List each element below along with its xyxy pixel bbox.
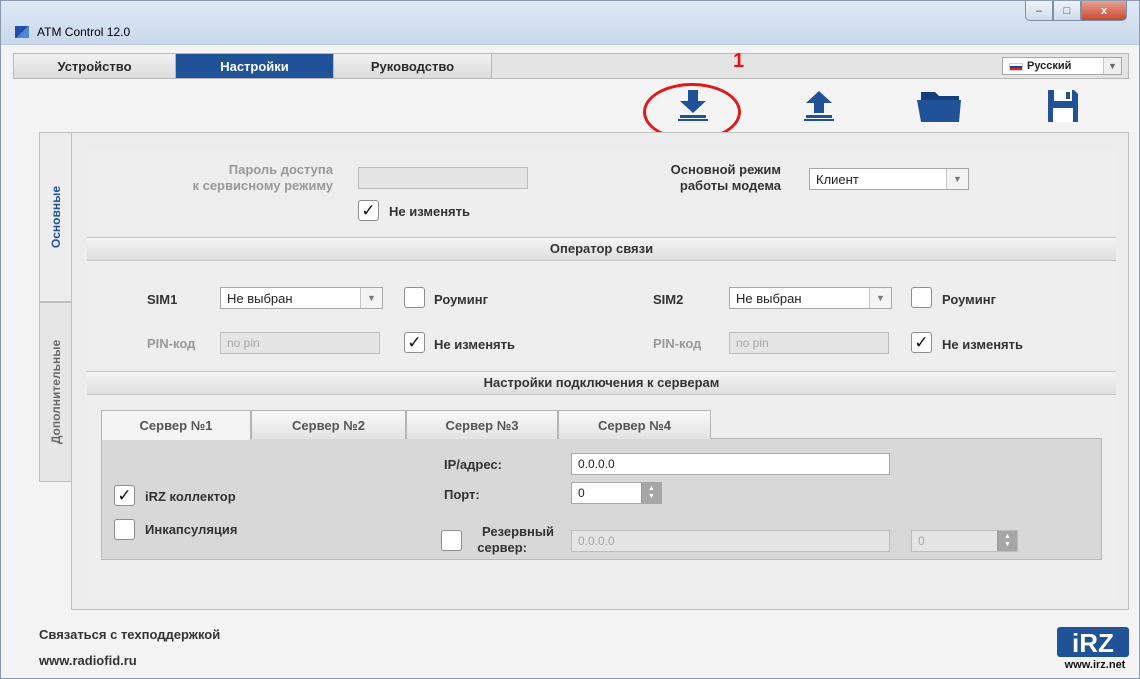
sim1-pin-label: PIN-код (147, 336, 196, 351)
spin-arrows-icon[interactable]: ▲ ▼ (641, 483, 661, 503)
sim2-roaming-checkbox[interactable] (911, 287, 932, 308)
password-no-change-checkbox[interactable]: ✓ (358, 200, 379, 221)
irz-logo: iRZ www.irz.net (1053, 621, 1133, 671)
mode-label-line1: Основной режим (670, 162, 781, 177)
title-bar: ATM Control 12.0 – □ x (1, 1, 1139, 45)
window-title: ATM Control 12.0 (37, 25, 131, 39)
service-password-input[interactable] (358, 167, 528, 189)
app-icon (15, 26, 29, 38)
backup-server-label-line2: сервер: (477, 540, 527, 555)
chevron-down-icon: ▼ (869, 288, 891, 308)
password-label-line2: к сервисному режиму (192, 178, 333, 193)
sim2-no-change-label: Не изменять (942, 337, 1024, 352)
language-select[interactable]: Русский ▼ (1002, 57, 1122, 75)
minimize-button[interactable]: – (1025, 1, 1053, 21)
server-ip-input[interactable]: 0.0.0.0 (571, 453, 890, 475)
sim1-roaming-label: Роуминг (434, 292, 489, 307)
sim2-pin-input[interactable]: no pin (729, 332, 889, 354)
modem-mode-select[interactable]: Клиент ▼ (809, 168, 969, 190)
upload-icon (804, 91, 834, 121)
sim1-operator-value: Не выбран (227, 291, 293, 306)
modem-mode-value: Клиент (816, 172, 859, 187)
save-icon (1048, 90, 1078, 122)
port-label: Порт: (444, 487, 480, 502)
encapsulation-label: Инкапсуляция (145, 522, 238, 537)
irz-collector-checkbox[interactable]: ✓ (114, 485, 135, 506)
sim1-no-change-label: Не изменять (434, 337, 516, 352)
tab-manual[interactable]: Руководство (334, 54, 492, 78)
chevron-down-icon: ▼ (360, 288, 382, 308)
sim2-operator-value: Не выбран (736, 291, 802, 306)
tab-settings[interactable]: Настройки (176, 54, 334, 78)
side-tab-additional[interactable]: Дополнительные (39, 302, 73, 482)
open-folder-button[interactable] (913, 87, 967, 125)
sim2-pin-label: PIN-код (653, 336, 702, 351)
window-controls: – □ x (1025, 1, 1127, 21)
ip-label: IP/адрес: (444, 457, 502, 472)
sim2-no-change-checkbox[interactable]: ✓ (911, 332, 932, 353)
sim2-operator-select[interactable]: Не выбран ▼ (729, 287, 892, 309)
support-link[interactable]: Связаться с техподдержкой (39, 627, 220, 642)
side-tab-basic[interactable]: Основные (39, 132, 73, 302)
sim1-no-change-checkbox[interactable]: ✓ (404, 332, 425, 353)
tab-server-2[interactable]: Сервер №2 (251, 410, 406, 439)
password-label-line1: Пароль доступа (228, 162, 333, 177)
side-tab-basic-label: Основные (49, 185, 64, 249)
backup-server-ip-input[interactable]: 0.0.0.0 (571, 530, 890, 552)
website-link[interactable]: www.radiofid.ru (39, 653, 137, 668)
irz-logo-text: iRZ (1072, 628, 1114, 658)
encapsulation-checkbox[interactable] (114, 519, 135, 540)
close-button[interactable]: x (1081, 1, 1127, 21)
russia-flag-icon (1009, 63, 1023, 71)
mode-label-line2: работы модема (679, 178, 781, 193)
irz-logo-url: www.irz.net (1064, 659, 1126, 671)
annotation-number: 1 (733, 50, 745, 72)
chevron-down-icon: ▼ (946, 169, 968, 189)
tab-device[interactable]: Устройство (14, 54, 176, 78)
sim1-operator-select[interactable]: Не выбран ▼ (220, 287, 383, 309)
spin-arrows-icon[interactable]: ▲ ▼ (997, 531, 1017, 551)
folder-icon (917, 92, 961, 122)
sim1-pin-input[interactable]: no pin (220, 332, 380, 354)
save-button[interactable] (1043, 87, 1083, 125)
server-port-value: 0 (578, 486, 585, 500)
tab-server-4[interactable]: Сервер №4 (558, 410, 711, 439)
chevron-down-icon: ▼ (1103, 58, 1121, 74)
sim2-roaming-label: Роуминг (942, 292, 997, 307)
servers-section-title: Настройки подключения к серверам (87, 371, 1116, 395)
sim1-label: SIM1 (147, 292, 178, 307)
maximize-button[interactable]: □ (1053, 1, 1081, 21)
sim2-label: SIM2 (653, 292, 684, 307)
tab-server-3[interactable]: Сервер №3 (406, 410, 558, 439)
top-navigation: Устройство Настройки Руководство Русский… (13, 53, 1129, 79)
irz-collector-label: iRZ коллектор (145, 489, 236, 504)
password-no-change-label: Не изменять (389, 204, 471, 219)
sim1-roaming-checkbox[interactable] (404, 287, 425, 308)
backup-server-port-value: 0 (918, 534, 925, 548)
server-port-stepper[interactable]: 0 ▲ ▼ (571, 482, 662, 504)
backup-server-label-line1: Резервный (482, 524, 554, 539)
side-tab-additional-label: Дополнительные (49, 339, 64, 445)
language-value: Русский (1027, 60, 1072, 72)
app-window: ATM Control 12.0 – □ x Устройство Настро… (0, 0, 1140, 679)
backup-server-port-stepper[interactable]: 0 ▲ ▼ (911, 530, 1018, 552)
tab-server-1[interactable]: Сервер №1 (101, 410, 251, 440)
operator-section-title: Оператор связи (87, 237, 1116, 261)
upload-button[interactable] (799, 87, 839, 125)
